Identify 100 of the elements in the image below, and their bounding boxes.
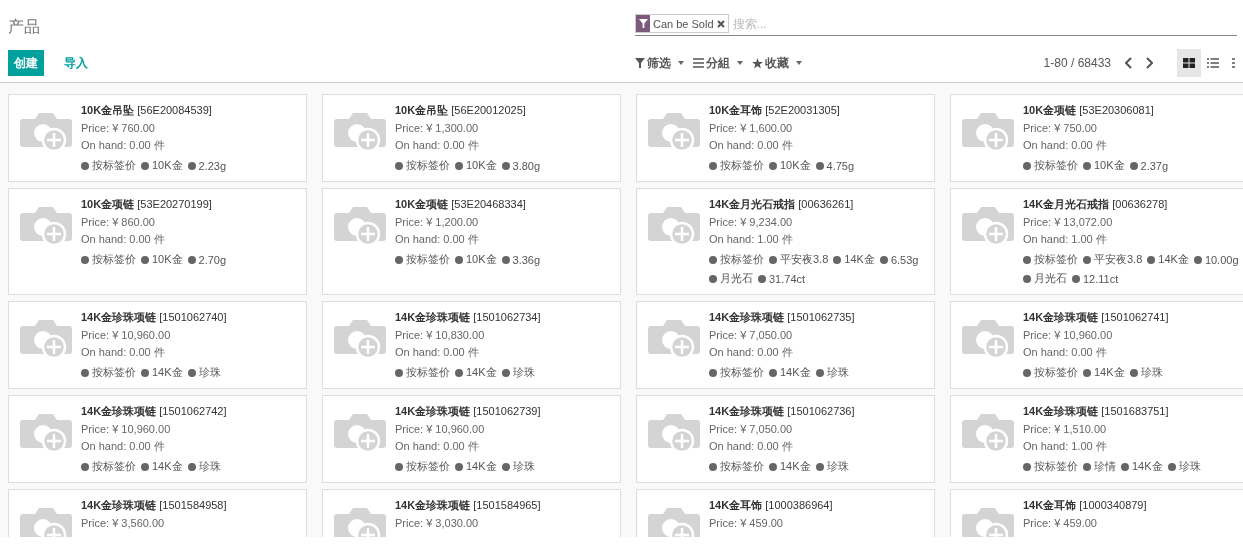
product-price: Price: ¥ 459.00 [709,517,784,529]
product-card[interactable]: 14K金珍珠项链 [1501683751] Price: ¥ 1,510.00 On hand: 1.00 件 按标签价 珍情 14K金 珍珠 [950,395,1243,483]
stock-text: On hand: 0.00 件 [81,138,166,153]
tag: 平安夜3.8 [769,252,829,267]
product-card[interactable]: 14K金珍珠项链 [1501062740] Price: ¥ 10,960.00 On hand: 0.00 件 按标签价 14K金 珍珠 [8,301,307,389]
product-card[interactable]: 14K金耳饰 [1000340879] Price: ¥ 459.00 [950,489,1243,537]
product-card[interactable]: 14K金珍珠项链 [1501062741] Price: ¥ 10,960.00 On hand: 0.00 件 按标签价 14K金 珍珠 [950,301,1243,389]
dropdown-menu[interactable]: 收藏 [752,54,803,72]
grid-icon [1183,58,1195,68]
tag: 按标签价 [1023,365,1078,380]
tag: 按标签价 [395,252,450,267]
product-price: Price: ¥ 1,200.00 [395,216,480,228]
pager-text: 1-80 / 68433 [1043,56,1111,70]
stock-text: On hand: 0.00 件 [709,138,794,153]
tag: 10K金 [455,158,497,173]
stock-text: On hand: 0.00 件 [81,439,166,454]
product-card[interactable]: 10K金耳饰 [52E20031305] Price: ¥ 1,600.00 On hand: 0.00 件 按标签价 10K金 4.75g [636,94,935,182]
tag: 按标签价 [709,158,764,173]
filter-facet[interactable]: Can be Sold [635,14,729,33]
product-price: Price: ¥ 3,030.00 [395,517,480,529]
product-price: Price: ¥ 10,830.00 [395,329,486,341]
view-button[interactable] [1177,49,1201,77]
stock-text: On hand: 0.00 件 [1023,345,1108,360]
tag: 珍珠 [1129,365,1163,380]
product-name: 14K金珍珠项链 [1501062740] [81,310,227,325]
tag: 3.36g [501,252,541,267]
product-price: Price: ¥ 860.00 [81,216,156,228]
tag: 按标签价 [1023,158,1078,173]
tag: 14K金 [1083,365,1125,380]
product-card[interactable]: 14K金珍珠项链 [1501062736] Price: ¥ 7,050.00 On hand: 0.00 件 按标签价 14K金 珍珠 [636,395,935,483]
tag: 14K金 [455,459,497,474]
product-name: 14K金月光石戒指 [00636261] [709,197,855,212]
stock-text: On hand: 0.00 件 [709,439,794,454]
product-name: 10K金项链 [53E20468334] [395,197,527,212]
product-card[interactable]: 14K金月光石戒指 [00636278] Price: ¥ 13,072.00 On hand: 1.00 件 按标签价 平安夜3.8 14K金 10.00g 月光石 12.11ct [950,188,1243,295]
product-price: Price: ¥ 10,960.00 [395,423,486,435]
tag: 6.53g [879,252,919,267]
stock-text: On hand: 0.00 件 [81,232,166,247]
tag: 按标签价 [81,365,136,380]
product-name: 10K金吊坠 [56E20084539] [81,103,213,118]
tag: 珍珠 [815,459,849,474]
product-price: Price: ¥ 7,050.00 [709,423,794,435]
tag: 14K金 [455,365,497,380]
product-card[interactable]: 14K金珍珠项链 [1501062739] Price: ¥ 10,960.00 On hand: 0.00 件 按标签价 14K金 珍珠 [322,395,621,483]
product-card[interactable]: 10K金项链 [53E20270199] Price: ¥ 860.00 On hand: 0.00 件 按标签价 10K金 2.70g [8,188,307,295]
product-price: Price: ¥ 10,960.00 [1023,329,1114,341]
product-card[interactable]: 14K金珍珠项链 [1501062742] Price: ¥ 10,960.00 On hand: 0.00 件 按标签价 14K金 珍珠 [8,395,307,483]
product-card[interactable]: 10K金项链 [53E20468334] Price: ¥ 1,200.00 On hand: 0.00 件 按标签价 10K金 3.36g [322,188,621,295]
tag: 珍珠 [501,365,535,380]
tag: 月光石 [1023,271,1067,286]
product-name: 10K金耳饰 [52E20031305] [709,103,841,118]
product-name: 10K金项链 [53E20270199] [81,197,213,212]
dropdown-menu[interactable]: 分組 [693,54,744,72]
tag: 12.11ct [1072,271,1119,286]
caret-icon [795,59,803,67]
product-name: 14K金珍珠项链 [1501062734] [395,310,541,325]
stock-text: On hand: 0.00 件 [395,232,480,247]
tag: 10K金 [769,158,811,173]
close-icon[interactable] [716,19,725,28]
view-icon [1232,58,1236,68]
tag: 2.37g [1129,158,1169,173]
product-price: Price: ¥ 1,600.00 [709,122,794,134]
filter-icon [638,19,648,28]
product-price: Price: ¥ 13,072.00 [1023,216,1114,228]
tag: 月光石 [709,271,753,286]
tag: 3.80g [501,158,541,173]
product-name: 14K金珍珠项链 [1501584965] [395,498,541,513]
product-card[interactable]: 14K金耳饰 [1000386964] Price: ¥ 459.00 [636,489,935,537]
list-icon [693,58,704,68]
product-name: 14K金珍珠项链 [1501062736] [709,404,855,419]
product-card[interactable]: 10K金吊坠 [56E20012025] Price: ¥ 1,300.00 On hand: 0.00 件 按标签价 10K金 3.80g [322,94,621,182]
dropdown-menu[interactable]: 筛选 [635,54,685,72]
product-name: 14K金珍珠项链 [1501062741] [1023,310,1169,325]
tag: 按标签价 [709,365,764,380]
tag: 珍珠 [187,459,221,474]
product-price: Price: ¥ 1,510.00 [1023,423,1108,435]
tag: 2.23g [187,158,227,173]
stock-text: On hand: 0.00 件 [81,345,166,360]
stock-text: On hand: 0.00 件 [1023,138,1108,153]
product-price: Price: ¥ 1,300.00 [395,122,480,134]
product-card[interactable]: 10K金项链 [53E20306081] Price: ¥ 750.00 On hand: 0.00 件 按标签价 10K金 2.37g [950,94,1243,182]
product-card[interactable]: 10K金吊坠 [56E20084539] Price: ¥ 760.00 On hand: 0.00 件 按标签价 10K金 2.23g [8,94,307,182]
star-icon [752,57,763,69]
product-card[interactable]: 14K金珍珠项链 [1501584958] Price: ¥ 3,560.00 [8,489,307,537]
product-name: 14K金珍珠项链 [1501683751] [1023,404,1170,419]
product-card[interactable]: 14K金珍珠项链 [1501062735] Price: ¥ 7,050.00 On hand: 0.00 件 按标签价 14K金 珍珠 [636,301,935,389]
product-price: Price: ¥ 10,960.00 [81,329,172,341]
product-price: Price: ¥ 9,234.00 [709,216,794,228]
product-card[interactable]: 14K金月光石戒指 [00636261] Price: ¥ 9,234.00 On hand: 1.00 件 按标签价 平安夜3.8 14K金 6.53g 月光石 31.74ct [636,188,935,295]
product-name: 14K金珍珠项链 [1501062735] [709,310,855,325]
caret-icon [677,59,685,67]
stock-text: On hand: 0.00 件 [395,138,480,153]
product-card[interactable]: 14K金珍珠项链 [1501584965] Price: ¥ 3,030.00 [322,489,621,537]
product-card[interactable]: 14K金珍珠项链 [1501062734] Price: ¥ 10,830.00 On hand: 0.00 件 按标签价 14K金 珍珠 [322,301,621,389]
tag: 珍珠 [501,459,535,474]
product-price: Price: ¥ 3,560.00 [81,517,166,529]
product-name: 14K金珍珠项链 [1501062739] [395,404,541,419]
tag: 10K金 [141,252,183,267]
tag: 按标签价 [81,158,136,173]
tag: 按标签价 [395,158,450,173]
